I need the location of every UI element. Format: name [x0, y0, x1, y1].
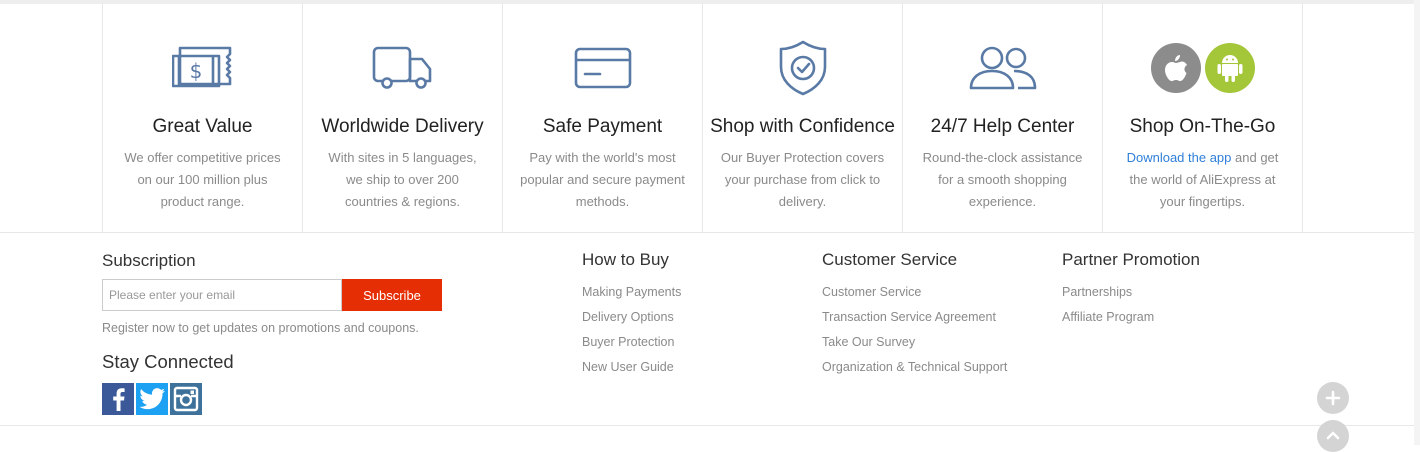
- subscription-note: Register now to get updates on promotion…: [102, 321, 419, 335]
- money-ticket-icon: $: [103, 40, 302, 96]
- footer-link[interactable]: New User Guide: [582, 359, 681, 384]
- feature-title: Safe Payment: [542, 116, 663, 137]
- column-title: How to Buy: [582, 250, 669, 269]
- section-divider: [0, 232, 1414, 233]
- social-links: [102, 383, 202, 415]
- footer-link[interactable]: Partnerships: [1062, 284, 1200, 309]
- footer-link[interactable]: Affiliate Program: [1062, 309, 1200, 334]
- footer-link[interactable]: Buyer Protection: [582, 334, 681, 359]
- twitter-icon[interactable]: [136, 383, 168, 415]
- delivery-truck-icon: [303, 40, 502, 96]
- feature-title: Shop On-The-Go: [1129, 116, 1276, 137]
- feature-description: Download the app and get the world of Al…: [1119, 147, 1286, 213]
- features-row: $ Great Value We offer competitive price…: [102, 4, 1303, 232]
- svg-text:$: $: [189, 59, 202, 83]
- email-input[interactable]: [102, 279, 342, 311]
- feature-shop-on-the-go: Shop On-The-Go Download the app and get …: [1103, 4, 1303, 232]
- footer-link[interactable]: Take Our Survey: [822, 334, 1007, 359]
- subscribe-button[interactable]: Subscribe: [342, 279, 442, 311]
- feature-title: Great Value: [152, 116, 253, 137]
- plus-icon: [1325, 390, 1341, 406]
- shield-check-icon: [703, 40, 902, 96]
- how-to-buy-column: How to Buy Making Payments Delivery Opti…: [582, 250, 681, 384]
- footer-link[interactable]: Customer Service: [822, 284, 1007, 309]
- footer-link[interactable]: Organization & Technical Support: [822, 359, 1007, 384]
- feature-safe-payment: Safe Payment Pay with the world's most p…: [503, 4, 703, 232]
- expand-button[interactable]: [1317, 382, 1349, 414]
- feature-great-value: $ Great Value We offer competitive price…: [103, 4, 303, 232]
- feature-help-center: 24/7 Help Center Round-the-clock assista…: [903, 4, 1103, 232]
- apple-icon[interactable]: [1150, 43, 1201, 93]
- facebook-icon[interactable]: [102, 383, 134, 415]
- android-icon[interactable]: [1204, 43, 1255, 93]
- footer-link[interactable]: Delivery Options: [582, 309, 681, 334]
- instagram-icon[interactable]: [170, 383, 202, 415]
- stay-connected-title: Stay Connected: [102, 351, 234, 372]
- feature-title: 24/7 Help Center: [930, 116, 1075, 137]
- page-edge: [1414, 0, 1420, 445]
- users-icon: [903, 40, 1102, 96]
- feature-worldwide-delivery: Worldwide Delivery With sites in 5 langu…: [303, 4, 503, 232]
- feature-description: Our Buyer Protection covers your purchas…: [720, 150, 885, 209]
- feature-description: Round-the-clock assistance for a smooth …: [922, 150, 1083, 209]
- back-to-top-button[interactable]: [1317, 420, 1349, 452]
- bottom-divider: [0, 425, 1414, 426]
- partner-promotion-column: Partner Promotion Partnerships Affiliate…: [1062, 250, 1200, 334]
- subscription-title: Subscription: [102, 251, 196, 270]
- footer-link[interactable]: Transaction Service Agreement: [822, 309, 1007, 334]
- column-title: Customer Service: [822, 250, 958, 269]
- footer-link[interactable]: Making Payments: [582, 284, 681, 309]
- chevron-up-icon: [1326, 431, 1340, 440]
- feature-description: With sites in 5 languages, we ship to ov…: [328, 150, 477, 209]
- app-store-icons: [1103, 40, 1302, 96]
- feature-title: Worldwide Delivery: [321, 116, 484, 137]
- customer-service-column: Customer Service Customer Service Transa…: [822, 250, 1007, 384]
- feature-title: Shop with Confidence: [710, 116, 895, 137]
- column-title: Partner Promotion: [1062, 250, 1200, 269]
- feature-description: We offer competitive prices on our 100 m…: [124, 150, 281, 209]
- feature-shop-with-confidence: Shop with Confidence Our Buyer Protectio…: [703, 4, 903, 232]
- feature-description: Pay with the world's most popular and se…: [520, 150, 685, 209]
- credit-card-icon: [503, 40, 702, 96]
- subscription-form: Subscribe: [102, 279, 442, 311]
- download-app-link[interactable]: Download the app: [1127, 150, 1232, 165]
